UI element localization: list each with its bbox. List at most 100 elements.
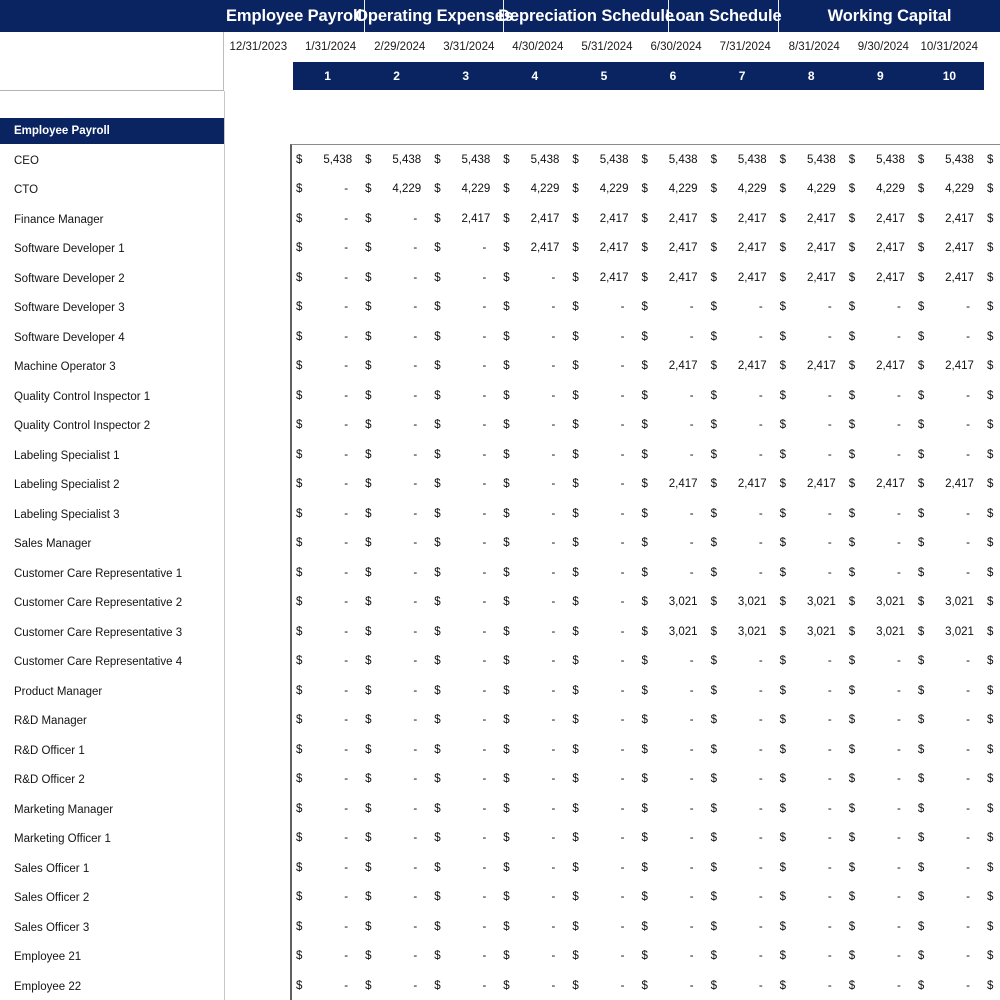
data-cell[interactable]: $2,417 — [845, 263, 914, 293]
data-cell[interactable]: $- — [914, 912, 983, 942]
data-cell[interactable]: $- — [776, 647, 845, 677]
data-cell[interactable]: $- — [568, 971, 637, 1000]
data-cell[interactable]: $2,417 — [568, 204, 637, 234]
data-cell[interactable]: $- — [845, 293, 914, 323]
data-cell[interactable]: $- — [430, 912, 499, 942]
data-cell[interactable]: $- — [845, 735, 914, 765]
row-label[interactable]: Quality Control Inspector 1 — [0, 382, 224, 412]
data-cell[interactable]: $- — [361, 706, 430, 736]
data-cell[interactable]: $- — [845, 499, 914, 529]
data-cell[interactable]: $- — [983, 529, 1000, 559]
data-cell[interactable]: $- — [637, 293, 706, 323]
data-cell[interactable]: $4,229 — [914, 175, 983, 205]
data-cell[interactable]: $- — [361, 588, 430, 618]
data-cell[interactable]: $- — [776, 558, 845, 588]
data-cell[interactable]: $- — [776, 293, 845, 323]
data-cell[interactable]: $- — [914, 440, 983, 470]
data-cell[interactable]: $3,021 — [914, 617, 983, 647]
data-cell[interactable]: $- — [430, 588, 499, 618]
tab-depreciation-schedule[interactable]: Depreciation Schedule — [498, 0, 674, 32]
row-label[interactable]: Labeling Specialist 1 — [0, 441, 224, 471]
row-label[interactable]: Marketing Manager — [0, 795, 224, 825]
data-cell[interactable]: $2,417 — [914, 234, 983, 264]
data-cell[interactable]: $- — [776, 735, 845, 765]
data-cell[interactable]: $- — [430, 942, 499, 972]
row-label[interactable]: Employee 21 — [0, 943, 224, 973]
data-cell[interactable]: $- — [983, 853, 1000, 883]
data-cell[interactable]: $- — [430, 765, 499, 795]
data-cell[interactable]: $- — [568, 588, 637, 618]
row-label[interactable]: Labeling Specialist 3 — [0, 500, 224, 530]
data-cell[interactable]: $- — [568, 706, 637, 736]
data-cell[interactable]: $2,417 — [914, 204, 983, 234]
data-cell[interactable]: $- — [568, 470, 637, 500]
data-cell[interactable]: $- — [776, 440, 845, 470]
data-cell[interactable]: $- — [845, 765, 914, 795]
data-cell[interactable]: $- — [499, 883, 568, 913]
data-cell[interactable]: $- — [637, 853, 706, 883]
data-cell[interactable]: $- — [637, 322, 706, 352]
data-cell[interactable]: $2,417 — [983, 352, 1000, 382]
data-cell[interactable]: $- — [776, 794, 845, 824]
data-cell[interactable]: $- — [637, 499, 706, 529]
data-cell[interactable]: $2,417 — [845, 352, 914, 382]
data-cell[interactable]: $2,417 — [776, 263, 845, 293]
data-cell[interactable]: $- — [499, 293, 568, 323]
data-cell[interactable]: $3,021 — [637, 617, 706, 647]
data-cell[interactable]: $- — [292, 263, 361, 293]
data-cell[interactable]: $- — [776, 706, 845, 736]
data-cell[interactable]: $- — [776, 765, 845, 795]
data-cell[interactable]: $- — [637, 706, 706, 736]
row-label[interactable]: Customer Care Representative 4 — [0, 648, 224, 678]
data-cell[interactable]: $- — [568, 735, 637, 765]
data-cell[interactable]: $- — [914, 794, 983, 824]
data-cell[interactable]: $2,417 — [983, 204, 1000, 234]
data-cell[interactable]: $- — [983, 499, 1000, 529]
data-cell[interactable]: $2,417 — [637, 352, 706, 382]
data-cell[interactable]: $- — [568, 322, 637, 352]
data-cell[interactable]: $- — [914, 529, 983, 559]
data-cell[interactable]: $3,021 — [914, 588, 983, 618]
data-cell[interactable]: $- — [983, 293, 1000, 323]
data-cell[interactable]: $5,438 — [361, 145, 430, 175]
data-cell[interactable]: $2,417 — [430, 204, 499, 234]
data-cell[interactable]: $- — [568, 293, 637, 323]
row-label[interactable]: Finance Manager — [0, 205, 224, 235]
data-cell[interactable]: $- — [568, 440, 637, 470]
data-cell[interactable]: $- — [845, 440, 914, 470]
data-cell[interactable]: $- — [292, 352, 361, 382]
data-cell[interactable]: $- — [707, 322, 776, 352]
data-cell[interactable]: $- — [776, 676, 845, 706]
data-cell[interactable]: $- — [568, 381, 637, 411]
data-cell[interactable]: $- — [776, 322, 845, 352]
section-tab-bar[interactable]: Employee Payroll Operating Expenses Deprec… — [224, 0, 1000, 32]
data-cell[interactable]: $- — [361, 440, 430, 470]
data-cell[interactable]: $- — [983, 971, 1000, 1000]
data-cell[interactable]: $- — [292, 942, 361, 972]
data-cell[interactable]: $3,021 — [983, 617, 1000, 647]
data-cell[interactable]: $- — [292, 381, 361, 411]
data-cell[interactable]: $- — [430, 263, 499, 293]
data-cell[interactable]: $- — [845, 971, 914, 1000]
data-cell[interactable]: $- — [361, 263, 430, 293]
data-cell[interactable]: $- — [776, 381, 845, 411]
data-cell[interactable]: $- — [983, 676, 1000, 706]
data-cell[interactable]: $- — [499, 499, 568, 529]
data-cell[interactable]: $2,417 — [499, 234, 568, 264]
row-label[interactable]: Sales Officer 2 — [0, 884, 224, 914]
data-cell[interactable]: $- — [637, 971, 706, 1000]
data-cell[interactable]: $- — [845, 942, 914, 972]
data-cell[interactable]: $- — [776, 853, 845, 883]
data-cell[interactable]: $- — [707, 529, 776, 559]
data-cell[interactable]: $- — [430, 558, 499, 588]
data-cell[interactable]: $- — [430, 706, 499, 736]
data-cell[interactable]: $2,417 — [707, 470, 776, 500]
data-cell[interactable]: $5,438 — [845, 145, 914, 175]
data-cell[interactable]: $- — [430, 647, 499, 677]
data-cell[interactable]: $- — [361, 234, 430, 264]
row-label[interactable]: Customer Care Representative 1 — [0, 559, 224, 589]
data-cell[interactable]: $- — [914, 971, 983, 1000]
data-cell[interactable]: $2,417 — [637, 263, 706, 293]
data-cell[interactable]: $- — [430, 499, 499, 529]
data-cell[interactable]: $- — [776, 411, 845, 441]
